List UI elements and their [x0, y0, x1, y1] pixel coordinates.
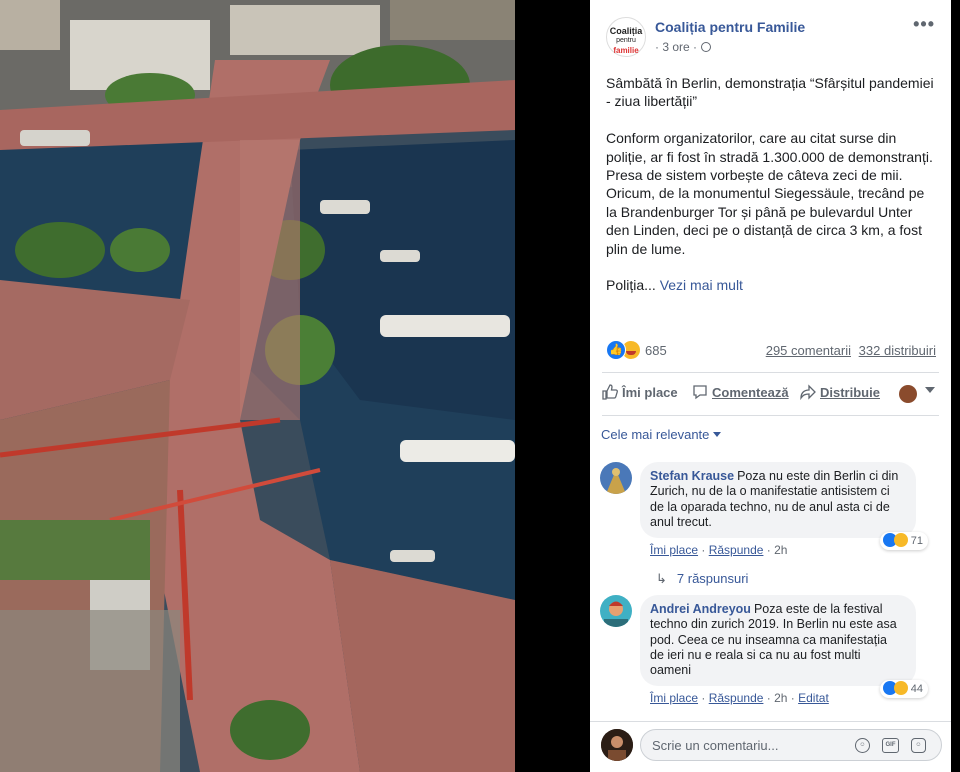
- sticker-icon[interactable]: ☺: [911, 738, 926, 753]
- haha-reaction-icon: [893, 681, 908, 695]
- commenter-avatar[interactable]: [600, 595, 632, 627]
- comment-reactions[interactable]: 71: [879, 532, 928, 550]
- comment-input-placeholder: Scrie un comentariu...: [652, 738, 779, 753]
- more-options-icon[interactable]: •••: [913, 14, 935, 35]
- post-body: Sâmbătă în Berlin, demonstrația “Sfârșit…: [606, 74, 938, 313]
- like-reaction-icon[interactable]: 👍: [606, 340, 626, 360]
- commenter-avatar[interactable]: [600, 462, 632, 494]
- comments-count[interactable]: 295 comentarii: [766, 343, 851, 358]
- current-user-avatar[interactable]: [601, 729, 633, 761]
- post-paragraph-3-text: Poliția...: [606, 277, 656, 294]
- comment-like-link[interactable]: Îmi place: [650, 691, 698, 705]
- chevron-down-icon[interactable]: [925, 387, 935, 393]
- logo-text-1: Coaliția: [609, 26, 643, 36]
- divider: [602, 415, 939, 416]
- post-timestamp[interactable]: · 3 ore ·: [655, 40, 712, 54]
- avatar-image: [601, 729, 633, 761]
- post-paragraph-2: Conform organizatorilor, care au citat s…: [606, 130, 933, 257]
- comment-author-link[interactable]: Andrei Andreyou: [650, 602, 751, 616]
- comment-input[interactable]: Scrie un comentariu... ☺ GIF ☺: [640, 729, 942, 761]
- like-button[interactable]: Îmi place: [602, 384, 678, 400]
- action-bar: Îmi place Comentează Distribuie: [602, 377, 939, 411]
- post-paragraph-1: Sâmbătă în Berlin, demonstrația “Sfârșit…: [606, 75, 934, 110]
- avatar-image: [600, 595, 632, 627]
- post-header: Coaliția pentru familie Coaliția pentru …: [590, 0, 951, 70]
- page-name-link[interactable]: Coaliția pentru Familie: [655, 19, 805, 35]
- shares-count[interactable]: 332 distribuiri: [859, 343, 936, 358]
- comment-label: Comentează: [712, 385, 789, 400]
- share-button[interactable]: Distribuie: [800, 384, 880, 400]
- post-photo[interactable]: [0, 0, 515, 772]
- globe-icon: [701, 42, 712, 52]
- page-avatar[interactable]: Coaliția pentru familie: [606, 17, 646, 57]
- comment-button[interactable]: Comentează: [692, 384, 789, 400]
- comment-meta: Îmi place · Răspunde · 2h: [650, 543, 788, 557]
- gif-icon[interactable]: GIF: [882, 738, 899, 753]
- comment-edited-link[interactable]: Editat: [798, 691, 829, 705]
- chevron-down-icon: [713, 432, 722, 437]
- post-panel: Coaliția pentru familie Coaliția pentru …: [590, 0, 951, 772]
- view-replies-link[interactable]: ↳ 7 răspunsuri: [656, 571, 748, 587]
- post-paragraph-3: Poliția... Vezi mai mult: [606, 276, 938, 294]
- comment-like-link[interactable]: Îmi place: [650, 543, 698, 557]
- like-label: Îmi place: [622, 385, 678, 400]
- reply-arrow-icon: ↳: [656, 571, 667, 586]
- share-label: Distribuie: [820, 385, 880, 400]
- crowd-aerial-image: [0, 0, 515, 772]
- sort-comments-dropdown[interactable]: Cele mai relevante: [601, 427, 722, 442]
- comment-icon: [693, 385, 707, 400]
- share-icon: [800, 384, 816, 400]
- haha-reaction-icon: [893, 533, 908, 547]
- divider: [602, 372, 939, 373]
- logo-text-2: pentru: [616, 37, 636, 44]
- comment-bubble: Stefan Krause Poza nu este din Berlin ci …: [640, 462, 916, 539]
- comment-bubble: Andrei Andreyou Poza este de la festival …: [640, 595, 916, 687]
- comment-reactions[interactable]: 44: [879, 680, 928, 698]
- comment-reaction-count: 44: [910, 683, 923, 695]
- logo-text-3: familie: [613, 46, 639, 55]
- comment-reply-link[interactable]: Răspunde: [709, 543, 764, 557]
- post-time-text: · 3 ore ·: [655, 40, 698, 54]
- see-more-link[interactable]: Vezi mai mult: [660, 277, 743, 293]
- comment-reply-link[interactable]: Răspunde: [709, 691, 764, 705]
- comment-time[interactable]: 2h: [774, 691, 787, 705]
- reaction-count[interactable]: 685: [645, 343, 667, 358]
- comment-composer: Scrie un comentariu... ☺ GIF ☺: [590, 721, 951, 772]
- comment-reaction-count: 71: [910, 535, 923, 547]
- replies-label: 7 răspunsuri: [676, 571, 749, 586]
- thumbs-up-icon: [602, 384, 618, 400]
- post-as-avatar[interactable]: [899, 385, 917, 403]
- comment-meta: Îmi place · Răspunde · 2h · Editat: [650, 691, 829, 705]
- reactions-bar: 👍 685 295 comentarii 332 distribuiri: [606, 340, 936, 362]
- emoji-icon[interactable]: ☺: [855, 738, 870, 753]
- avatar-image: [600, 462, 632, 494]
- comment-author-link[interactable]: Stefan Krause: [650, 469, 734, 483]
- comment-time[interactable]: 2h: [774, 543, 787, 557]
- sort-label: Cele mai relevante: [601, 427, 710, 442]
